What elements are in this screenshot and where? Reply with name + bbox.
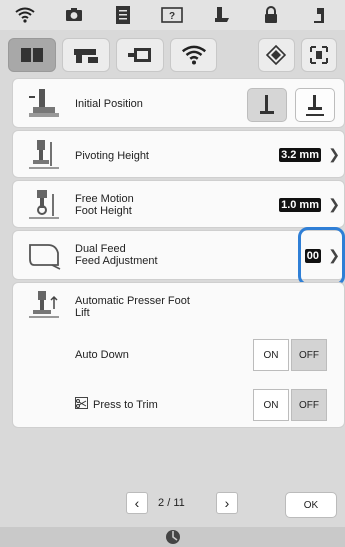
press-to-trim-label: Press to Trim <box>93 399 158 411</box>
pivoting-height-row[interactable]: Pivoting Height 3.2 mm ❯ <box>12 130 345 178</box>
dual-feed-adjustment-row[interactable]: Dual Feed Feed Adjustment 00 ❯ <box>12 230 345 280</box>
prev-page-button[interactable]: ‹ <box>126 492 148 514</box>
wifi-icon[interactable] <box>11 3 39 27</box>
scissors-icon <box>75 397 88 409</box>
pivoting-height-label: Pivoting Height <box>75 150 149 162</box>
automatic-lift-label-line2: Lift <box>75 307 90 319</box>
free-motion-foot-icon <box>25 186 63 224</box>
presser-foot-down-icon <box>260 95 274 114</box>
top-toolbar: ? <box>0 0 345 30</box>
presser-foot-icon[interactable] <box>208 3 236 27</box>
tab-sewing-settings[interactable] <box>8 38 56 72</box>
tab-machine-settings[interactable] <box>61 38 110 72</box>
tab-embroidery-settings[interactable] <box>115 38 164 72</box>
initial-position-down-button[interactable] <box>247 88 287 122</box>
pivoting-height-icon <box>25 136 63 174</box>
help-icon[interactable]: ? <box>158 3 186 27</box>
book-icon <box>20 48 43 62</box>
tab-frame-settings[interactable] <box>300 38 337 72</box>
automatic-lift-label-line1: Automatic Presser Foot <box>75 295 190 307</box>
free-motion-label-line1: Free Motion <box>75 193 134 205</box>
dual-feed-value-highlight <box>298 227 345 286</box>
chevron-right-icon: ❯ <box>328 196 340 212</box>
ok-button[interactable]: OK <box>285 492 337 518</box>
initial-position-up-button[interactable] <box>295 88 335 122</box>
total-pages: 11 <box>173 497 185 509</box>
automatic-presser-foot-lift-icon <box>25 287 63 325</box>
auto-down-on-button[interactable]: ON <box>253 339 289 371</box>
frame-icon <box>309 46 328 64</box>
tab-network-settings[interactable] <box>169 38 218 72</box>
auto-down-label: Auto Down <box>75 349 129 361</box>
next-page-button[interactable]: › <box>216 492 238 514</box>
free-motion-foot-height-row[interactable]: Free Motion Foot Height 1.0 mm ❯ <box>12 180 345 228</box>
free-motion-foot-height-value: 1.0 mm <box>279 198 321 212</box>
sewing-machine-icon <box>73 49 98 63</box>
diamond-pattern-icon <box>266 45 287 65</box>
dual-feed-label-line2: Feed Adjustment <box>75 255 158 267</box>
lock-icon[interactable] <box>257 3 285 27</box>
initial-position-label: Initial Position <box>75 98 143 110</box>
presser-foot-up-icon[interactable] <box>306 3 334 27</box>
home-icon[interactable] <box>165 529 181 545</box>
presser-foot-raised-icon <box>306 95 324 116</box>
camera-icon[interactable] <box>60 3 88 27</box>
page-separator: / <box>167 497 171 509</box>
initial-position-row: Initial Position <box>12 78 345 128</box>
wireless-icon <box>181 45 206 65</box>
press-to-trim-off-button[interactable]: OFF <box>291 389 327 421</box>
page-indicator: 2 / 11 <box>158 497 185 509</box>
tab-general-settings[interactable] <box>258 38 295 72</box>
bottom-bar: ‹ 2 / 11 › OK <box>0 488 345 528</box>
footer-bar <box>0 527 345 547</box>
press-to-trim-on-button[interactable]: ON <box>253 389 289 421</box>
settings-tab-bar <box>0 32 345 78</box>
svg-text:?: ? <box>169 11 175 22</box>
auto-down-off-button[interactable]: OFF <box>291 339 327 371</box>
free-motion-label-line2: Foot Height <box>75 205 132 217</box>
dual-feed-icon <box>25 237 63 275</box>
current-page: 2 <box>158 497 165 509</box>
pivoting-height-value: 3.2 mm <box>279 148 321 162</box>
automatic-presser-foot-lift-section: Automatic Presser Foot Lift Auto Down ON… <box>12 282 345 428</box>
dual-feed-label-line1: Dual Feed <box>75 243 126 255</box>
document-icon[interactable] <box>109 3 137 27</box>
chevron-right-icon: ❯ <box>328 146 340 162</box>
initial-position-icon <box>25 85 63 123</box>
embroidery-unit-icon <box>127 48 151 62</box>
